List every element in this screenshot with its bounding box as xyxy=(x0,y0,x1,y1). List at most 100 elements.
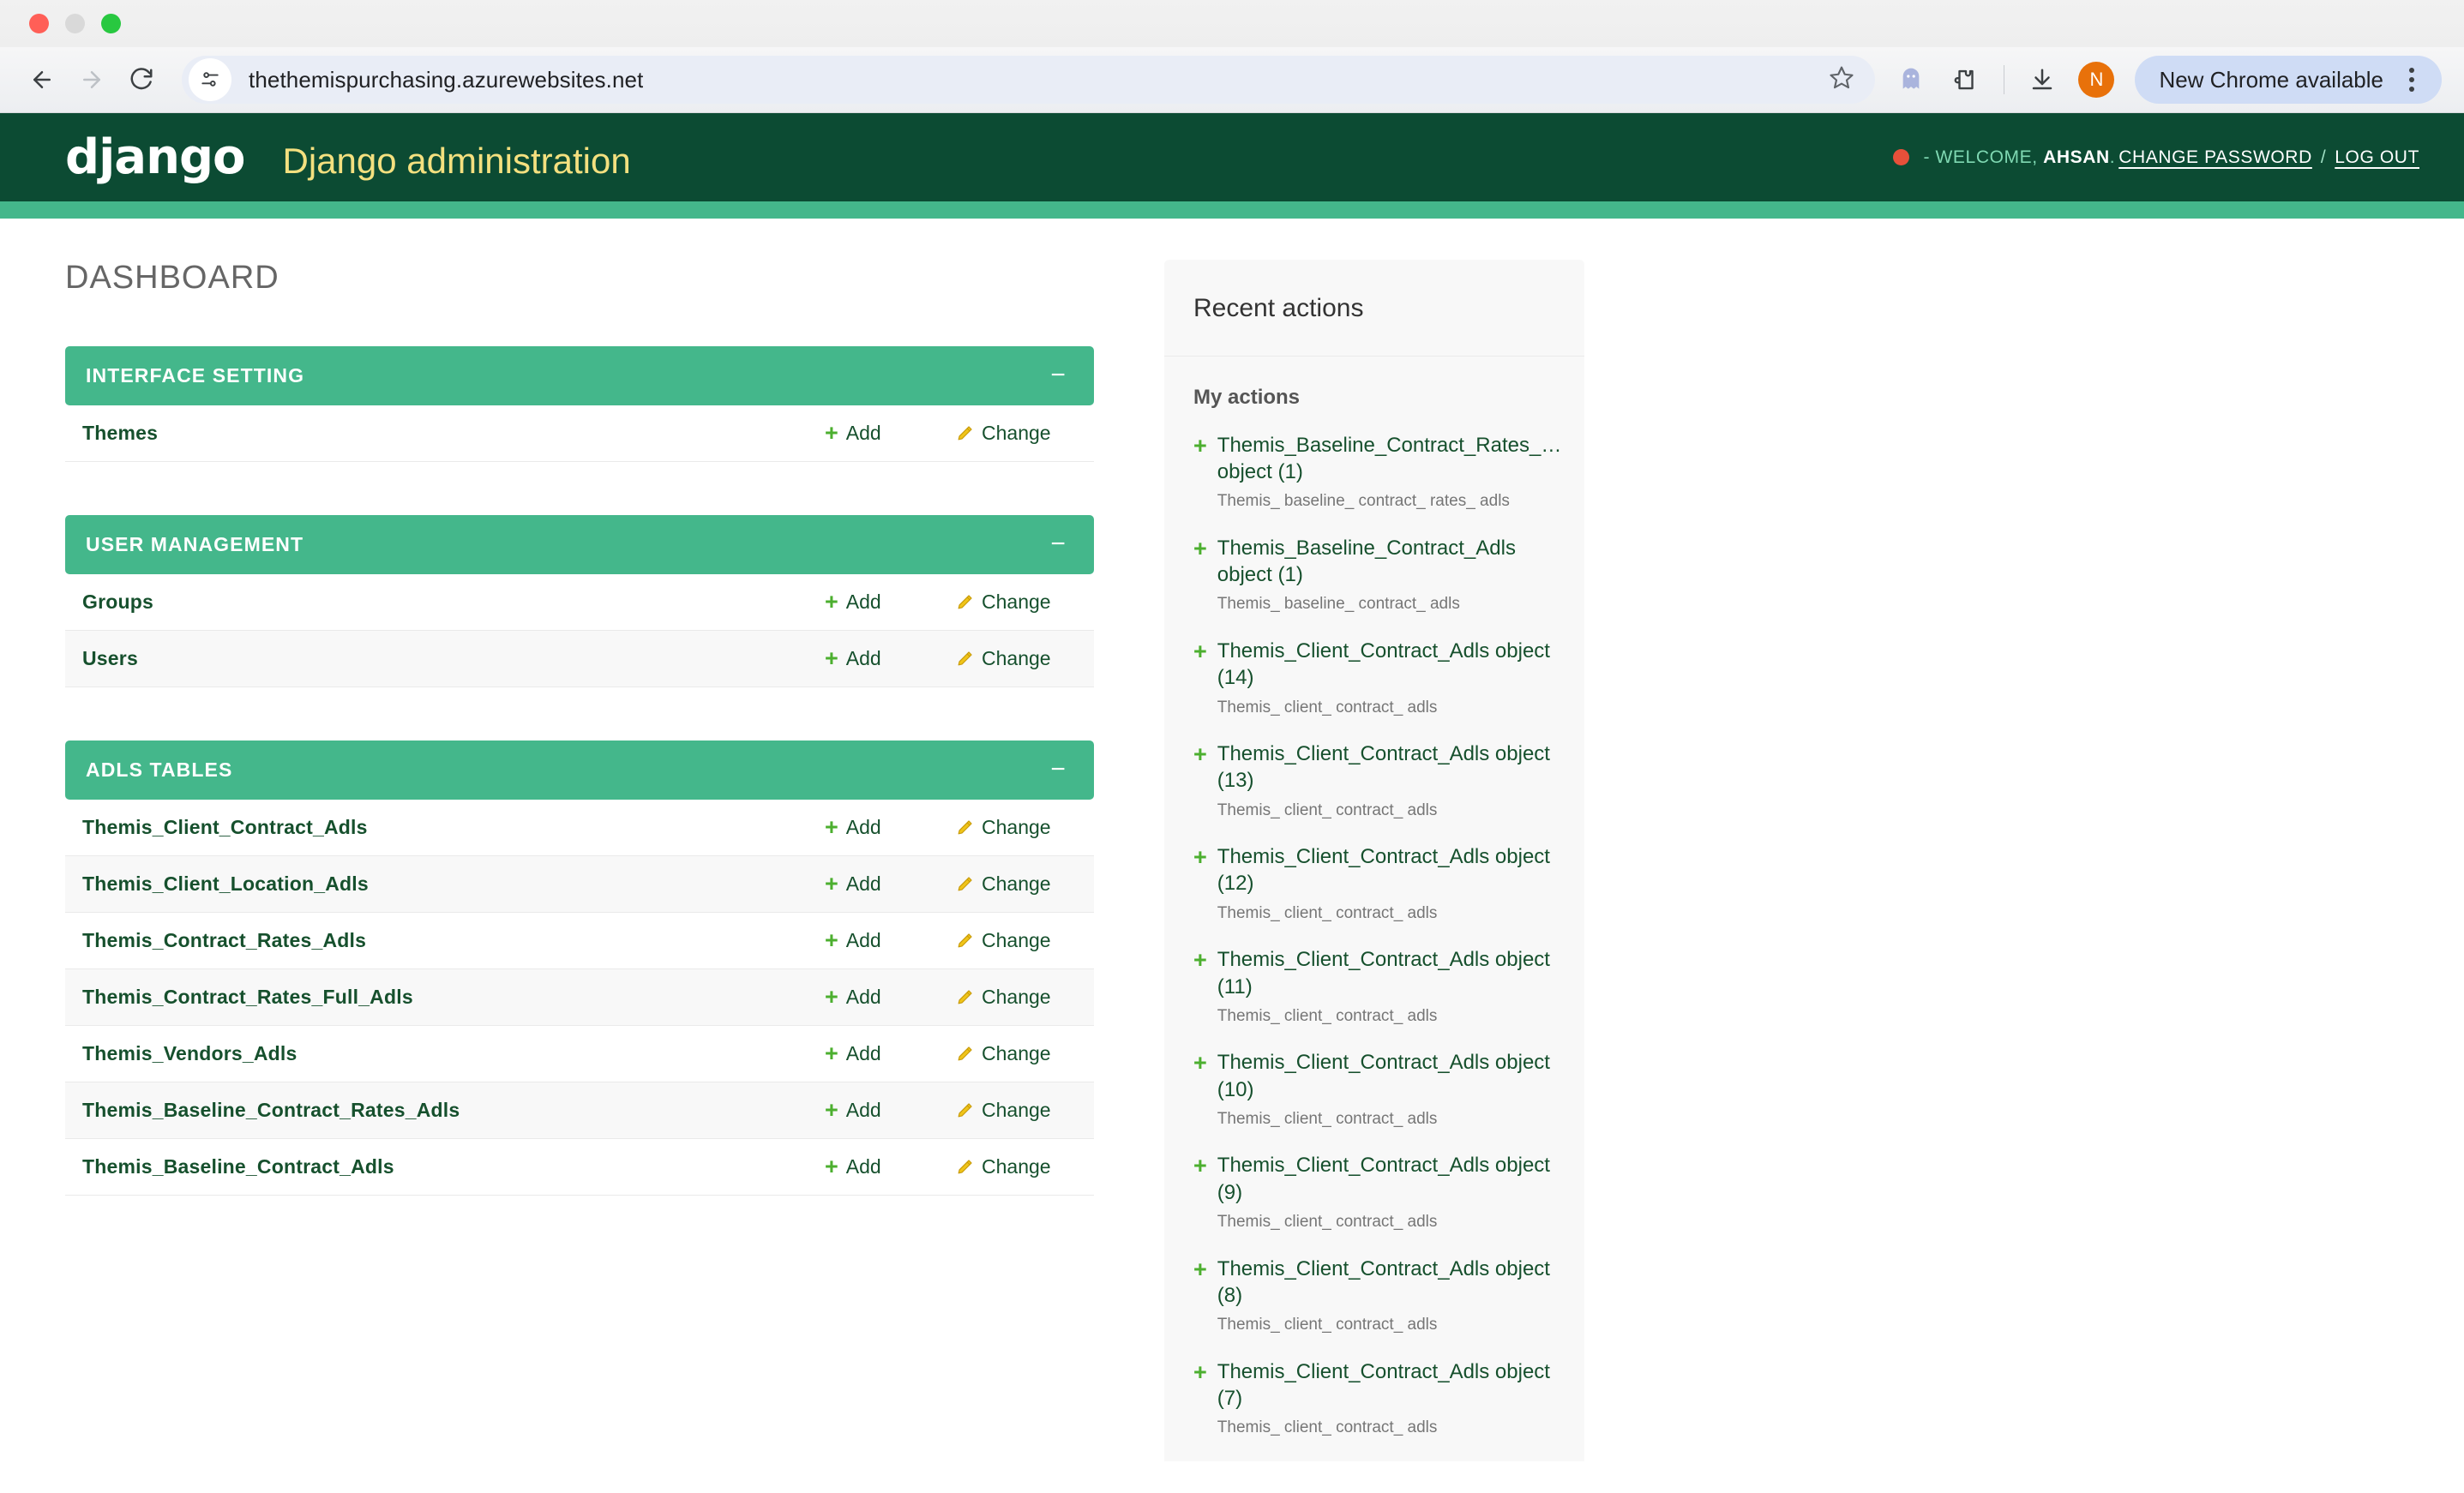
model-name-link[interactable]: Users xyxy=(82,647,825,670)
change-link[interactable]: Change xyxy=(955,647,1075,670)
add-link[interactable]: + Add xyxy=(825,816,955,839)
log-out-link[interactable]: LOG OUT xyxy=(2335,147,2419,168)
add-label: Add xyxy=(845,872,881,895)
minimize-window-button[interactable] xyxy=(65,14,85,33)
add-label: Add xyxy=(845,929,881,951)
recent-action-link[interactable]: Themis_Client_Contract_Adls object (14) xyxy=(1217,638,1555,691)
change-link[interactable]: Change xyxy=(955,591,1075,614)
model-name-link[interactable]: Themis_Baseline_Contract_Rates_Adls xyxy=(82,1099,825,1122)
change-link[interactable]: Change xyxy=(955,986,1075,1009)
collapse-toggle-icon[interactable]: − xyxy=(1050,363,1070,388)
recent-action-item: + Themis_Client_Contract_Adls object (10)… xyxy=(1193,1049,1555,1130)
model-row: Themis_Baseline_Contract_Rates_Adls + Add C… xyxy=(65,1082,1094,1139)
kebab-menu-icon[interactable] xyxy=(2392,57,2431,102)
plus-icon: + xyxy=(825,589,838,615)
app-module: INTERFACE SETTING − Themes + Add Change xyxy=(65,346,1094,462)
model-row: Groups + Add Change xyxy=(65,574,1094,631)
module-caption[interactable]: USER MANAGEMENT − xyxy=(65,515,1094,574)
app-modules: INTERFACE SETTING − Themes + Add Change USER M… xyxy=(65,346,1094,1196)
star-icon[interactable] xyxy=(1829,65,1854,95)
change-link[interactable]: Change xyxy=(955,1155,1075,1178)
new-chrome-available-button[interactable]: New Chrome available xyxy=(2135,56,2442,104)
forward-arrow-icon[interactable] xyxy=(67,55,117,105)
recent-action-item: + Themis_Baseline_Contract_Adls object (1… xyxy=(1193,535,1555,615)
add-link[interactable]: + Add xyxy=(825,591,955,614)
pencil-icon xyxy=(955,424,974,443)
change-label: Change xyxy=(982,816,1051,838)
module-caption-label: INTERFACE SETTING xyxy=(86,363,305,387)
model-actions: + Add Change xyxy=(825,1099,1075,1122)
recent-action-link[interactable]: Themis_Client_Contract_Adls object (9) xyxy=(1217,1152,1555,1205)
recent-action-link[interactable]: Themis_Baseline_Contract_Rates_… object … xyxy=(1217,432,1562,485)
plus-icon: + xyxy=(1193,536,1207,562)
download-icon[interactable] xyxy=(2016,54,2068,105)
recent-action-link[interactable]: Themis_Client_Contract_Adls object (8) xyxy=(1217,1256,1555,1309)
model-name-link[interactable]: Themis_Baseline_Contract_Adls xyxy=(82,1155,825,1178)
add-link[interactable]: + Add xyxy=(825,872,955,896)
change-label: Change xyxy=(982,986,1051,1008)
site-title[interactable]: Django administration xyxy=(283,141,631,182)
recent-action-link[interactable]: Themis_Client_Contract_Adls object (7) xyxy=(1217,1358,1555,1412)
add-label: Add xyxy=(845,591,881,613)
user-tools-separator: / xyxy=(2320,147,2327,167)
model-name-link[interactable]: Groups xyxy=(82,591,825,614)
site-settings-icon[interactable] xyxy=(189,58,231,101)
recent-action-link[interactable]: Themis_Client_Contract_Adls object (11) xyxy=(1217,946,1555,999)
change-link[interactable]: Change xyxy=(955,816,1075,839)
add-link[interactable]: + Add xyxy=(825,1099,955,1122)
change-link[interactable]: Change xyxy=(955,1099,1075,1122)
module-caption[interactable]: INTERFACE SETTING − xyxy=(65,346,1094,405)
recent-action-link[interactable]: Themis_Client_Contract_Adls object (12) xyxy=(1217,843,1555,896)
pencil-icon xyxy=(955,1101,974,1120)
change-label: Change xyxy=(982,647,1051,669)
model-name-link[interactable]: Themis_Client_Location_Adls xyxy=(82,872,825,896)
model-actions: + Add Change xyxy=(825,647,1075,670)
change-label: Change xyxy=(982,929,1051,951)
model-name-link[interactable]: Themis_Contract_Rates_Adls xyxy=(82,929,825,952)
back-arrow-icon[interactable] xyxy=(17,55,67,105)
change-link[interactable]: Change xyxy=(955,422,1075,445)
model-name-link[interactable]: Themis_Client_Contract_Adls xyxy=(82,816,825,839)
reload-icon[interactable] xyxy=(117,55,166,105)
django-logo[interactable]: django xyxy=(65,129,245,185)
recent-action-link[interactable]: Themis_Client_Contract_Adls object (10) xyxy=(1217,1049,1555,1102)
add-link[interactable]: + Add xyxy=(825,929,955,952)
ghost-extension-icon[interactable] xyxy=(1885,54,1937,105)
plus-icon: + xyxy=(1193,1050,1207,1076)
maximize-window-button[interactable] xyxy=(101,14,121,33)
collapse-toggle-icon[interactable]: − xyxy=(1050,531,1070,557)
add-label: Add xyxy=(845,816,881,838)
recent-actions-title: Recent actions xyxy=(1164,260,1584,357)
model-name-link[interactable]: Themis_Contract_Rates_Full_Adls xyxy=(82,986,825,1009)
plus-icon: + xyxy=(1193,639,1207,665)
change-link[interactable]: Change xyxy=(955,1042,1075,1065)
recent-action-link[interactable]: Themis_Client_Contract_Adls object (13) xyxy=(1217,741,1555,794)
close-window-button[interactable] xyxy=(29,14,49,33)
model-actions: + Add Change xyxy=(825,1042,1075,1065)
add-link[interactable]: + Add xyxy=(825,647,955,670)
plus-icon: + xyxy=(825,420,838,446)
extensions-puzzle-icon[interactable] xyxy=(1940,54,1992,105)
recent-actions-list: + Themis_Baseline_Contract_Rates_… object… xyxy=(1193,432,1562,1439)
address-bar[interactable]: thethemispurchasing.azurewebsites.net xyxy=(182,56,1876,104)
change-link[interactable]: Change xyxy=(955,929,1075,952)
add-link[interactable]: + Add xyxy=(825,1155,955,1178)
add-link[interactable]: + Add xyxy=(825,1042,955,1065)
model-row: Themis_Contract_Rates_Full_Adls + Add Chang… xyxy=(65,969,1094,1026)
new-chrome-label: New Chrome available xyxy=(2159,66,2383,93)
model-actions: + Add Change xyxy=(825,591,1075,614)
module-caption[interactable]: ADLS TABLES − xyxy=(65,741,1094,800)
add-link[interactable]: + Add xyxy=(825,422,955,445)
model-name-link[interactable]: Themis_Vendors_Adls xyxy=(82,1042,825,1065)
model-name-link[interactable]: Themes xyxy=(82,422,825,445)
django-header: django Django administration - WELCOME, … xyxy=(0,113,2464,201)
plus-icon: + xyxy=(1193,844,1207,871)
recent-action-link[interactable]: Themis_Baseline_Contract_Adls object (1) xyxy=(1217,535,1555,588)
avatar[interactable]: N xyxy=(2078,62,2115,98)
change-password-link[interactable]: CHANGE PASSWORD xyxy=(2118,147,2312,168)
model-row: Themis_Client_Location_Adls + Add Change xyxy=(65,856,1094,913)
change-link[interactable]: Change xyxy=(955,872,1075,896)
collapse-toggle-icon[interactable]: − xyxy=(1050,757,1070,782)
recent-action-model: Themis_ client_ contract_ adls xyxy=(1217,1315,1438,1334)
add-link[interactable]: + Add xyxy=(825,986,955,1009)
